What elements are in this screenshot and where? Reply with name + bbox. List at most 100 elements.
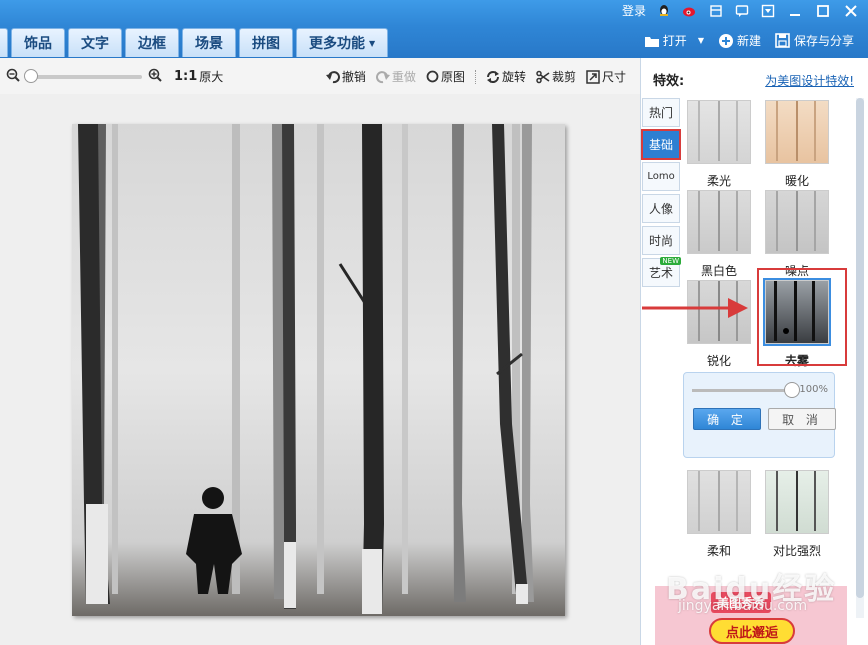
original-size-button[interactable]: 1:1 原大 xyxy=(174,68,223,85)
tab-border[interactable]: 边框 xyxy=(125,28,179,57)
weibo-icon[interactable] xyxy=(682,4,698,18)
effect-strength-slider[interactable] xyxy=(692,382,800,398)
qq-icon[interactable] xyxy=(656,4,672,18)
scissors-icon xyxy=(536,70,550,83)
new-label: 新建 xyxy=(736,34,761,48)
annotation-arrow xyxy=(642,298,748,318)
login-link[interactable]: 登录 xyxy=(622,2,646,19)
category-fashion[interactable]: 时尚 xyxy=(642,226,680,255)
open-button[interactable]: 打开 ▼ xyxy=(644,32,704,49)
effect-label: 柔和 xyxy=(706,544,731,558)
category-art[interactable]: 艺术 NEW xyxy=(642,257,681,287)
zoom-in-icon[interactable] xyxy=(148,68,162,85)
effect-label: 暖化 xyxy=(784,174,809,188)
cancel-button[interactable]: 取 消 xyxy=(768,408,836,430)
tab-label: 边框 xyxy=(138,36,166,52)
tab-collage[interactable]: 拼图 xyxy=(239,28,293,57)
effect-label: 对比强烈 xyxy=(772,544,821,558)
effects-panel: 特效: 为美图设计特效! 热门 基础 Lomo 人像 时尚 艺术 NEW 柔光 暖… xyxy=(640,58,868,645)
save-share-button[interactable]: 保存与分享 xyxy=(775,32,854,49)
category-portrait[interactable]: 人像 xyxy=(642,194,680,223)
effect-thumb-soft-light[interactable] xyxy=(687,100,751,164)
effect-thumb-warm[interactable] xyxy=(765,100,829,164)
tab-hidden-left[interactable] xyxy=(0,28,8,57)
tab-label: 饰品 xyxy=(24,36,52,52)
effect-thumb-noise[interactable] xyxy=(765,190,829,254)
zoom-control: 1:1 原大 xyxy=(6,68,223,85)
panel-scrollbar[interactable] xyxy=(856,98,864,618)
maximize-button[interactable] xyxy=(814,3,832,19)
new-badge: NEW xyxy=(660,257,681,265)
menu-dropdown-icon[interactable] xyxy=(760,4,776,18)
effect-strength-value: 100% xyxy=(799,384,828,395)
open-label: 打开 xyxy=(662,34,687,48)
redo-label: 重做 xyxy=(391,70,416,84)
original-size-label: 原大 xyxy=(199,70,224,84)
zoom-slider[interactable] xyxy=(24,68,142,83)
undo-label: 撤销 xyxy=(341,70,366,84)
crop-button[interactable]: 裁剪 xyxy=(536,68,576,85)
scrollbar-thumb[interactable] xyxy=(856,98,864,598)
category-label: 热门 xyxy=(648,106,673,120)
effect-strength-handle[interactable] xyxy=(784,382,800,398)
folder-icon xyxy=(644,33,660,49)
effect-label: 柔光 xyxy=(706,174,731,188)
main-tabs: 饰品 文字 边框 场景 拼图 更多功能 ▼ xyxy=(0,28,389,57)
foggy-forest-photo[interactable] xyxy=(72,124,565,616)
effect-label: 锐化 xyxy=(706,354,731,368)
zoom-out-icon[interactable] xyxy=(6,68,20,85)
close-button[interactable] xyxy=(842,3,860,19)
system-tray: 登录 xyxy=(622,2,860,19)
promo-button[interactable]: 点此邂逅 xyxy=(709,618,795,644)
message-icon[interactable] xyxy=(734,4,750,18)
undo-button[interactable]: 撤销 xyxy=(325,68,366,85)
top-bar: 登录 饰品 文字 边框 场景 拼图 更多功能 ▼ 打开 ▼ 新建 保存与分享 xyxy=(0,0,868,58)
effects-title: 特效: xyxy=(653,74,685,89)
category-popular[interactable]: 热门 xyxy=(642,98,680,127)
chevron-down-icon: ▼ xyxy=(369,38,376,48)
minimize-button[interactable] xyxy=(786,3,804,19)
category-label: Lomo xyxy=(647,171,675,182)
effect-thumb-black-white[interactable] xyxy=(687,190,751,254)
redo-button[interactable]: 重做 xyxy=(375,68,416,85)
redo-icon xyxy=(375,70,390,83)
effect-adjust-popup: 100% 确 定 取 消 xyxy=(683,372,836,458)
action-buttons: 撤销 重做 原图 旋转 裁剪 尺寸 xyxy=(325,68,626,85)
chevron-down-icon[interactable]: ▼ xyxy=(698,36,704,45)
original-image-button[interactable]: 原图 xyxy=(426,68,465,85)
undo-icon xyxy=(325,70,340,83)
tab-label: 拼图 xyxy=(252,36,280,52)
circle-icon xyxy=(426,70,439,83)
category-lomo[interactable]: Lomo xyxy=(642,162,680,191)
category-label: 基础 xyxy=(648,138,673,152)
file-tools: 打开 ▼ 新建 保存与分享 xyxy=(644,32,854,49)
ratio-label: 1:1 xyxy=(174,69,198,84)
rotate-icon xyxy=(486,70,499,83)
tab-label: 场景 xyxy=(195,36,223,52)
category-label: 时尚 xyxy=(648,234,673,248)
tab-accessories[interactable]: 饰品 xyxy=(11,28,65,57)
zoom-slider-handle[interactable] xyxy=(24,68,38,83)
tab-more-features[interactable]: 更多功能 ▼ xyxy=(296,28,389,57)
toolbar-divider xyxy=(474,69,476,84)
category-label: 人像 xyxy=(648,202,673,216)
effect-categories: 热门 基础 Lomo 人像 时尚 艺术 NEW xyxy=(641,98,681,287)
rotate-button[interactable]: 旋转 xyxy=(486,68,526,85)
highlight-box xyxy=(757,268,847,366)
resize-button[interactable]: 尺寸 xyxy=(586,68,626,85)
rotate-label: 旋转 xyxy=(501,70,526,84)
category-basic[interactable]: 基础 xyxy=(641,129,681,160)
watermark-url: jingyan.baidu.com xyxy=(678,598,808,614)
resize-icon xyxy=(586,69,600,84)
confirm-button[interactable]: 确 定 xyxy=(693,408,761,430)
category-label: 艺术 xyxy=(648,266,673,280)
effect-thumb-soft[interactable] xyxy=(687,470,751,534)
design-effects-link[interactable]: 为美图设计特效! xyxy=(765,72,854,89)
new-button[interactable]: 新建 xyxy=(718,32,761,49)
tab-text[interactable]: 文字 xyxy=(68,28,122,57)
tab-scene[interactable]: 场景 xyxy=(182,28,236,57)
edit-toolbar: 1:1 原大 撤销 重做 原图 旋转 裁剪 尺寸 xyxy=(0,58,640,94)
skin-icon[interactable] xyxy=(708,4,724,18)
image-canvas xyxy=(0,94,640,645)
effect-thumb-high-contrast[interactable] xyxy=(765,470,829,534)
